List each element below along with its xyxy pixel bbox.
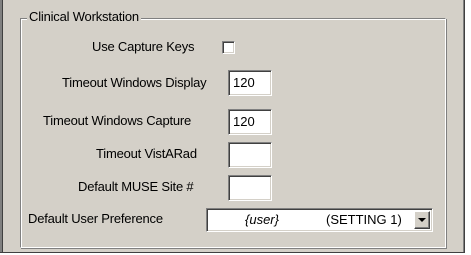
default-muse-site-label: Default MUSE Site # xyxy=(78,179,194,194)
timeout-windows-capture-value: 120 xyxy=(233,114,255,129)
combo-dropdown-button[interactable] xyxy=(414,211,430,229)
timeout-windows-capture-label: Timeout Windows Capture xyxy=(43,113,192,128)
default-user-preference-combobox[interactable]: {user} (SETTING 1) xyxy=(206,208,433,232)
clinical-workstation-panel: Clinical Workstation Use Capture Keys Ti… xyxy=(0,0,471,255)
panel-frame-left-inner xyxy=(2,0,3,255)
panel-frame-right-light xyxy=(465,0,471,255)
default-muse-site-field[interactable] xyxy=(228,175,272,201)
timeout-windows-display-label: Timeout Windows Display xyxy=(62,75,207,90)
use-capture-keys-label: Use Capture Keys xyxy=(92,39,195,54)
use-capture-keys-checkbox[interactable] xyxy=(222,41,235,54)
timeout-vistarad-field[interactable] xyxy=(228,142,272,168)
timeout-windows-display-value: 120 xyxy=(233,75,255,90)
timeout-vistarad-label: Timeout VistARad xyxy=(96,146,197,161)
default-user-preference-label: Default User Preference xyxy=(28,211,163,226)
chevron-down-icon xyxy=(418,218,426,222)
timeout-windows-capture-field[interactable]: 120 xyxy=(228,109,272,135)
timeout-windows-display-field[interactable]: 120 xyxy=(228,70,272,96)
groupbox-title: Clinical Workstation xyxy=(27,9,141,25)
combo-selected-setting: (SETTING 1) xyxy=(326,212,402,227)
combo-selected-user: {user} xyxy=(245,212,279,227)
